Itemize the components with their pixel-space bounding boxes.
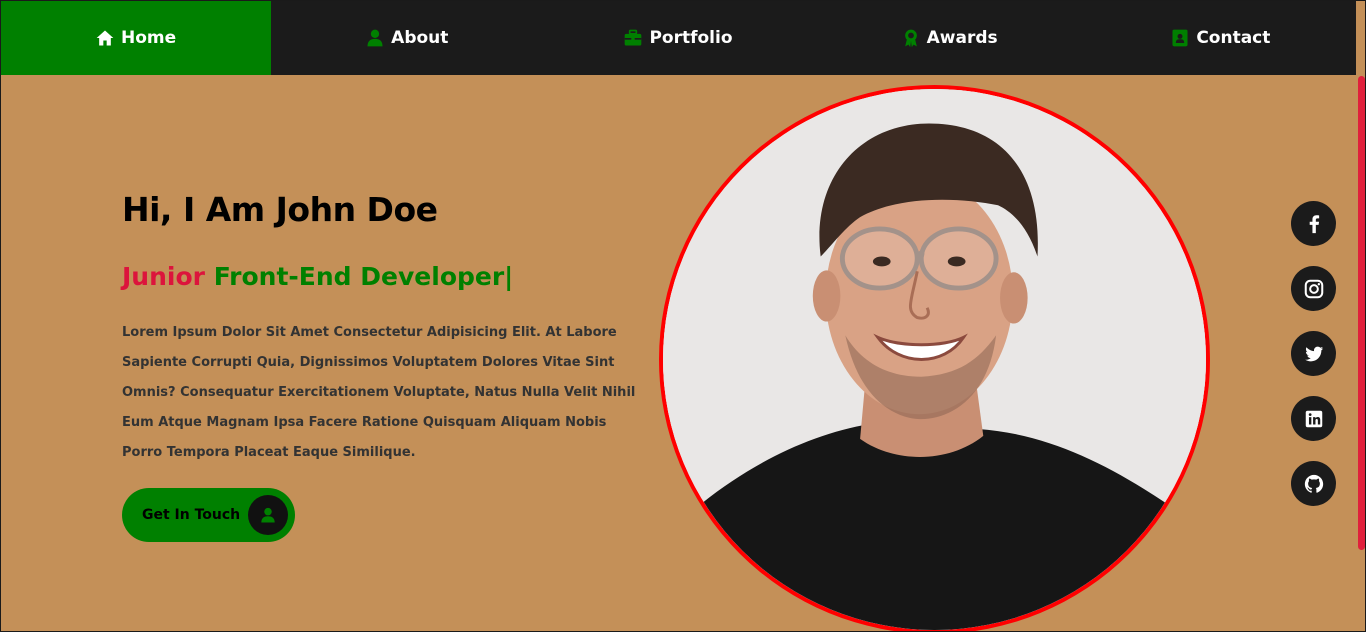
cta-label: Get In Touch xyxy=(142,507,241,523)
nav-item-awards[interactable]: Awards xyxy=(814,0,1085,75)
instagram-link[interactable] xyxy=(1291,266,1336,311)
linkedin-icon xyxy=(1303,408,1325,430)
scrollbar-thumb[interactable] xyxy=(1358,76,1365,550)
role-main: Front-End Developer xyxy=(213,262,505,291)
contact-card-icon xyxy=(1170,28,1190,48)
linkedin-link[interactable] xyxy=(1291,396,1336,441)
nav-item-label: Home xyxy=(121,27,177,48)
typing-caret: | xyxy=(504,262,514,291)
hero-title: Hi, I Am John Doe xyxy=(122,190,438,229)
nav-item-portfolio[interactable]: Portfolio xyxy=(542,0,813,75)
github-link[interactable] xyxy=(1291,461,1336,506)
nav-item-contact[interactable]: Contact xyxy=(1085,0,1356,75)
role-prefix: Junior xyxy=(122,262,205,291)
nav-item-about[interactable]: About xyxy=(271,0,542,75)
twitter-link[interactable] xyxy=(1291,331,1336,376)
facebook-icon xyxy=(1303,213,1325,235)
nav-item-home[interactable]: Home xyxy=(0,0,272,75)
user-icon xyxy=(365,28,385,48)
hero-description: Lorem Ipsum Dolor Sit Amet Consectetur A… xyxy=(122,325,636,460)
twitter-icon xyxy=(1303,343,1325,365)
home-icon xyxy=(95,28,115,48)
github-icon xyxy=(1303,473,1325,495)
user-icon xyxy=(248,495,288,535)
nav-item-label: Contact xyxy=(1196,27,1271,48)
hero-role: Junior Front-End Developer| xyxy=(122,262,513,291)
facebook-link[interactable] xyxy=(1291,201,1336,246)
nav-item-label: About xyxy=(391,27,449,48)
profile-photo xyxy=(659,85,1210,632)
award-icon xyxy=(901,28,921,48)
nav-item-label: Portfolio xyxy=(649,27,733,48)
instagram-icon xyxy=(1303,278,1325,300)
scrollbar[interactable] xyxy=(1356,0,1366,632)
top-navigation: Home About Portfolio Awards Contact xyxy=(0,0,1356,75)
nav-item-label: Awards xyxy=(926,27,998,48)
get-in-touch-button[interactable]: Get In Touch xyxy=(122,488,295,542)
briefcase-icon xyxy=(623,28,643,48)
